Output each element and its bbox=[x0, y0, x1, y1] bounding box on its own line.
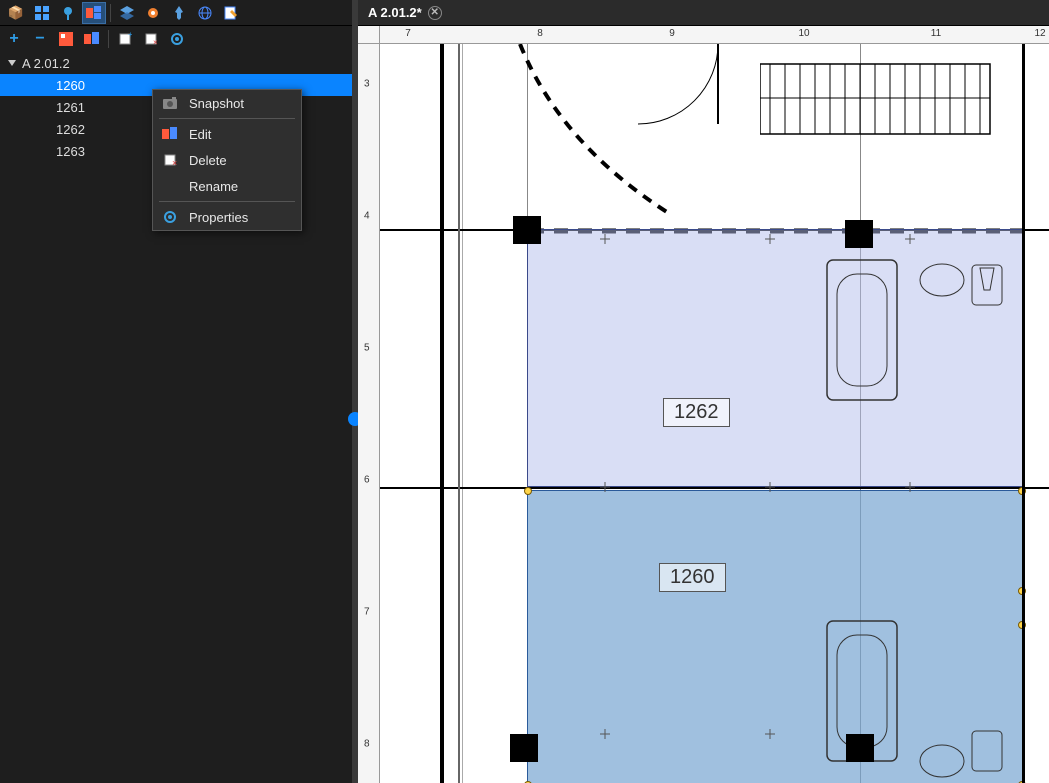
menu-label: Snapshot bbox=[189, 96, 244, 111]
tree-root-label: A 2.01.2 bbox=[22, 56, 70, 71]
menu-delete[interactable]: × Delete bbox=[153, 147, 301, 173]
ruler-tick: 8 bbox=[537, 28, 543, 39]
primary-toolbar: 📦 bbox=[0, 0, 352, 26]
column-marker bbox=[845, 220, 873, 248]
chevron-down-icon bbox=[8, 60, 16, 66]
menu-label: Delete bbox=[189, 153, 227, 168]
column-marker bbox=[510, 734, 538, 762]
edit-icon bbox=[161, 125, 179, 143]
zone-red-icon[interactable] bbox=[54, 28, 78, 50]
ruler-vertical: 3 4 5 6 7 8 bbox=[358, 44, 380, 783]
column-marker bbox=[846, 734, 874, 762]
svg-text:+: + bbox=[128, 32, 132, 39]
ruler-tick: 4 bbox=[364, 211, 370, 222]
spaces-icon[interactable] bbox=[82, 2, 106, 24]
door-swing bbox=[638, 44, 738, 144]
toolbar-separator bbox=[108, 30, 109, 48]
ruler-corner bbox=[358, 26, 380, 44]
wall bbox=[380, 487, 1049, 489]
handle-dot[interactable] bbox=[524, 487, 532, 495]
close-icon[interactable]: ✕ bbox=[428, 6, 442, 20]
svg-text:×: × bbox=[172, 158, 177, 167]
context-menu: Snapshot Edit × Delete Rename Properties bbox=[152, 89, 302, 231]
ruler-tick: 7 bbox=[364, 607, 370, 618]
ruler-tick: 9 bbox=[669, 28, 675, 39]
drawing-canvas[interactable]: 1262 1260 bbox=[380, 44, 1049, 783]
delete-icon: × bbox=[161, 151, 179, 169]
secondary-toolbar: + − + × bbox=[0, 26, 352, 52]
box-icon[interactable]: 📦 bbox=[4, 2, 28, 24]
layers-icon[interactable] bbox=[115, 2, 139, 24]
toolbar-separator bbox=[110, 4, 111, 22]
zone-label: 1260 bbox=[659, 563, 726, 592]
pin-icon[interactable] bbox=[56, 2, 80, 24]
ruler-tick: 10 bbox=[798, 28, 809, 39]
menu-separator bbox=[159, 118, 295, 119]
zone-blue-icon[interactable] bbox=[80, 28, 104, 50]
cog-orange-icon[interactable] bbox=[141, 2, 165, 24]
tab-title: A 2.01.2* bbox=[368, 5, 422, 20]
gear-icon[interactable] bbox=[165, 28, 189, 50]
stairs bbox=[760, 44, 1020, 144]
camera-icon bbox=[161, 94, 179, 112]
ruler-tick: 3 bbox=[364, 79, 370, 90]
bathroom-fixtures bbox=[822, 250, 1012, 430]
column-marker bbox=[513, 216, 541, 244]
gridline bbox=[462, 44, 463, 783]
properties-gear-icon bbox=[161, 208, 179, 226]
tab-bar: A 2.01.2* ✕ bbox=[358, 0, 1049, 26]
new-note-icon[interactable]: + bbox=[113, 28, 137, 50]
delete-note-icon[interactable]: × bbox=[139, 28, 163, 50]
menu-label: Rename bbox=[189, 179, 238, 194]
zone-1262[interactable]: 1262 bbox=[527, 229, 1023, 487]
ruler-tick: 7 bbox=[405, 28, 411, 39]
remove-icon[interactable]: − bbox=[28, 28, 52, 50]
menu-properties[interactable]: Properties bbox=[153, 204, 301, 230]
add-icon[interactable]: + bbox=[2, 28, 26, 50]
wall bbox=[1022, 44, 1025, 783]
ruler-tick: 5 bbox=[364, 343, 370, 354]
menu-edit[interactable]: Edit bbox=[153, 121, 301, 147]
menu-rename[interactable]: Rename bbox=[153, 173, 301, 199]
ruler-tick: 6 bbox=[364, 475, 370, 486]
zone-label: 1262 bbox=[663, 398, 730, 427]
ruler-tick: 11 bbox=[931, 28, 941, 39]
menu-separator bbox=[159, 201, 295, 202]
menu-label: Edit bbox=[189, 127, 211, 142]
ruler-tick: 12 bbox=[1034, 28, 1045, 39]
ruler-horizontal: 7 8 9 10 11 12 bbox=[380, 26, 1049, 44]
tab-active[interactable]: A 2.01.2* ✕ bbox=[368, 5, 442, 20]
zone-1260[interactable]: 1260 bbox=[527, 490, 1023, 783]
menu-label: Properties bbox=[189, 210, 248, 225]
globe-icon[interactable] bbox=[193, 2, 217, 24]
grid-icon[interactable] bbox=[30, 2, 54, 24]
pushpin-icon[interactable] bbox=[167, 2, 191, 24]
wall bbox=[458, 44, 460, 783]
tree-root[interactable]: A 2.01.2 bbox=[0, 52, 352, 74]
menu-snapshot[interactable]: Snapshot bbox=[153, 90, 301, 116]
edit-form-icon[interactable] bbox=[219, 2, 243, 24]
ruler-tick: 8 bbox=[364, 739, 370, 750]
svg-text:×: × bbox=[153, 38, 158, 46]
wall bbox=[440, 44, 444, 783]
